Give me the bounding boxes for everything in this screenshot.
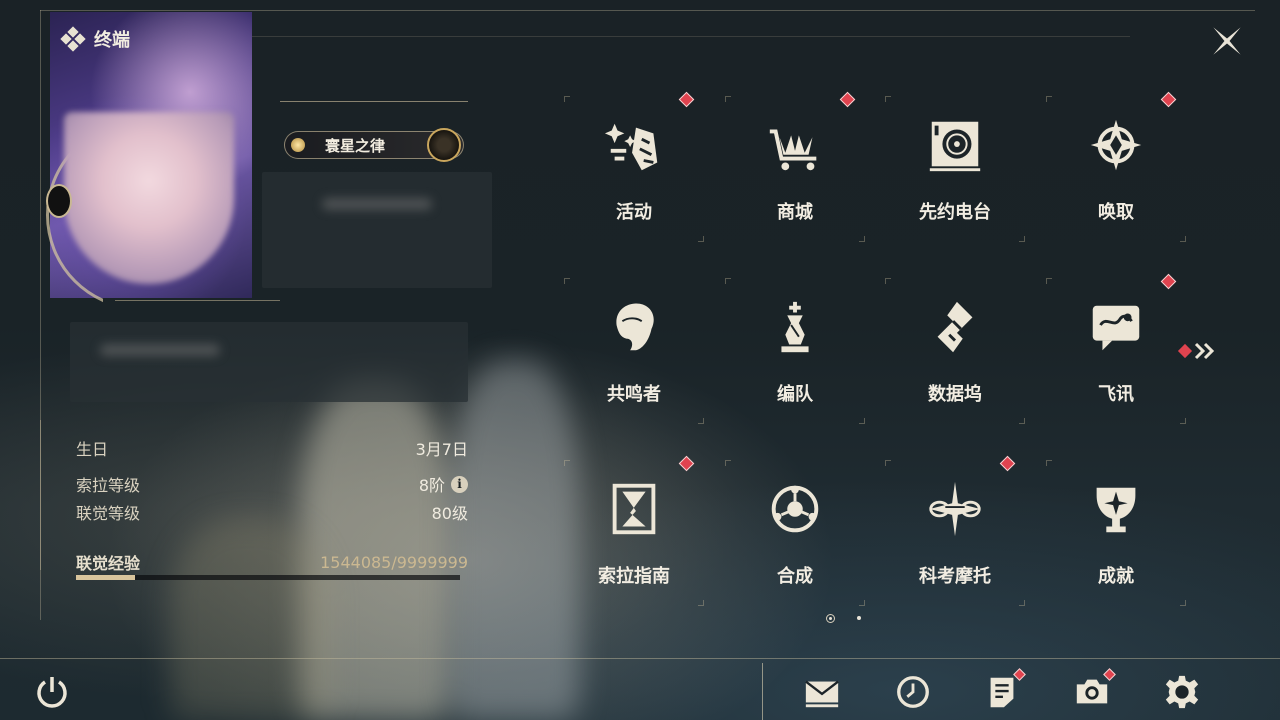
settings-button[interactable] [1160,670,1204,714]
menu-item-label: 索拉指南 [598,566,670,587]
frame-line-inner [250,36,1130,37]
notification-badge [1177,343,1193,359]
menu-item-synthesis[interactable]: 合成 [725,458,865,608]
avatar-frame-knob [46,184,72,218]
convene-icon [1046,108,1186,182]
page-dot[interactable] [857,616,861,620]
page-title: 终端 [94,30,130,51]
achievement-icon [1046,472,1186,546]
page-indicator [826,612,876,624]
title-badge-label: 寰星之律 [325,136,386,155]
menu-item-message[interactable]: 飞讯 [1046,273,1186,426]
menu-item-label: 活动 [616,202,652,223]
settings-icon [1165,675,1199,709]
shop-icon [725,108,865,182]
menu-item-label: 科考摩托 [919,566,991,587]
guidebook-icon [564,472,704,546]
menu-item-achievement[interactable]: 成就 [1046,458,1186,608]
union-exp-bar [76,575,460,580]
stat-value: 3月7日 [415,440,468,459]
frame-line-top [40,10,1255,11]
radio-icon [885,108,1025,182]
camera-button[interactable] [1070,668,1116,714]
divider [115,300,280,301]
stat-union-exp: 联觉经验 1544085/9999999 [76,550,468,574]
info-icon[interactable]: i [451,475,468,493]
stat-sol-rank: 索拉等级 8阶 i [76,472,468,496]
camera-icon [1076,679,1108,704]
stat-union-level: 联觉等级 80级 [76,500,468,524]
notification-badge [678,455,695,472]
close-button[interactable] [1198,12,1256,70]
team-icon [725,290,865,364]
close-icon [1213,27,1241,55]
menu-item-radio[interactable]: 先约电台 [885,94,1025,244]
stat-label: 索拉等级 [76,476,141,495]
menu-item-label: 编队 [777,384,813,405]
title-badge-emblem-icon [427,128,461,162]
notification-badge [839,91,856,108]
menu-item-label: 成就 [1098,566,1134,587]
menu-item-label: 先约电台 [919,202,991,223]
menu-item-event[interactable]: 活动 [564,91,704,244]
data-bank-icon [885,290,1025,364]
avatar[interactable] [64,112,234,284]
resonator-icon [564,290,704,364]
notification-badge [1160,91,1177,108]
menu-item-label: 唤取 [1098,202,1134,223]
stat-label: 联觉经验 [76,554,141,573]
bottom-bar-divider [0,658,1280,659]
terminal-header: 终端 [60,26,130,52]
background-figure [450,360,580,720]
exit-button[interactable] [32,672,72,712]
menu-item-label: 商城 [777,202,813,223]
event-icon [564,108,704,182]
mail-button[interactable] [800,670,844,714]
message-icon [1046,290,1186,364]
stats-deco-line [40,420,41,570]
menu-item-label: 数据坞 [928,384,982,405]
stat-label: 联觉等级 [76,504,141,523]
stat-birthday: 生日 3月7日 [76,436,468,460]
menu-item-team[interactable]: 编队 [725,276,865,426]
menu-item-shop[interactable]: 商城 [725,91,865,244]
player-name-redacted [262,172,492,288]
power-icon [37,677,67,708]
name-divider [280,101,468,102]
stat-label: 生日 [76,440,109,459]
stat-value: 80级 [431,504,468,523]
synthesis-icon [725,472,865,546]
mail-icon [805,680,839,708]
notification-badge [1160,273,1177,290]
title-badge-gem-icon [291,138,305,152]
menu-item-label: 共鸣者 [607,384,661,405]
terminal-icon [60,26,86,52]
notice-icon [990,677,1014,708]
clock-button[interactable] [891,670,935,714]
stat-value: 8阶 [418,476,445,495]
menu-item-resonator[interactable]: 共鸣者 [564,276,704,426]
menu-item-guidebook[interactable]: 索拉指南 [564,455,704,608]
union-exp-fill [76,575,136,580]
notice-button[interactable] [980,668,1026,714]
bottom-bar-separator [762,663,763,720]
next-page-button[interactable] [1177,338,1222,364]
menu-item-data-bank[interactable]: 数据坞 [885,276,1025,426]
menu-item-motorbike[interactable]: 科考摩托 [885,455,1025,608]
stat-value: 1544085/9999999 [320,552,468,572]
menu-item-label: 飞讯 [1098,384,1134,405]
signature-redacted[interactable] [70,322,468,402]
menu-item-convene[interactable]: 唤取 [1046,91,1186,244]
notification-badge [999,455,1016,472]
stat-value-wrap: 8阶 i [419,472,468,496]
title-badge[interactable]: 寰星之律 [284,128,464,162]
page-dot-active[interactable] [826,613,835,623]
double-chevron-right-icon [1194,342,1215,360]
menu-item-label: 合成 [777,566,813,587]
clock-icon [897,676,929,708]
notification-badge [678,91,695,108]
motorbike-icon [885,472,1025,546]
